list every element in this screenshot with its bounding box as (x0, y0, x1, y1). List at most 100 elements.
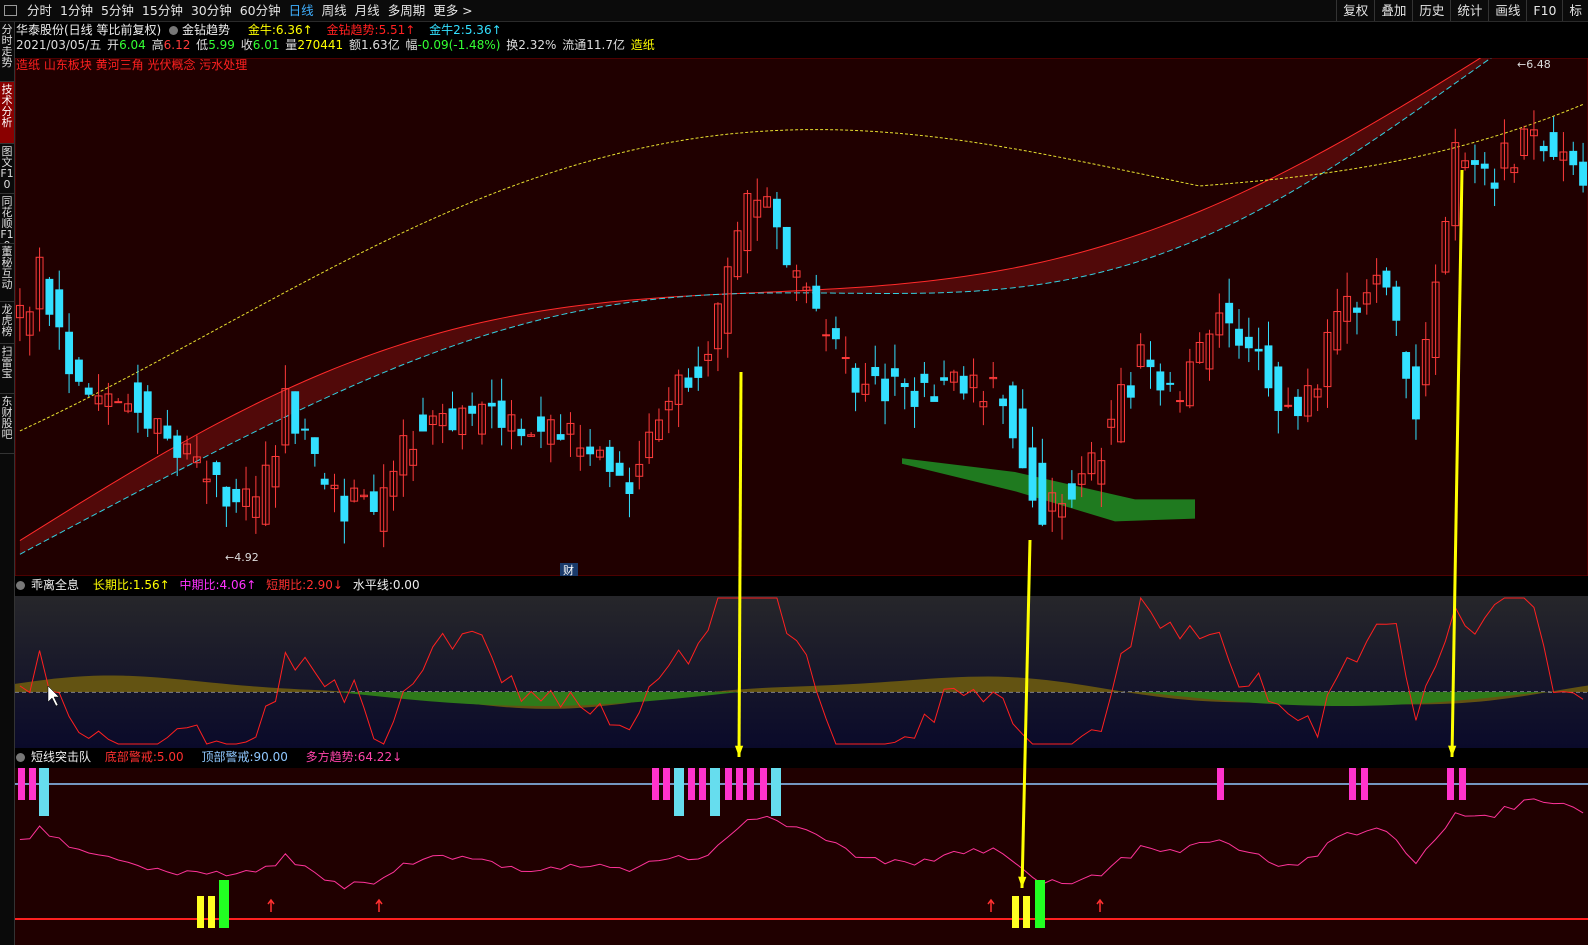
top-signal-bar (674, 768, 684, 816)
candle-body (1569, 150, 1578, 166)
top-signal-bar (1349, 768, 1356, 800)
candle-body (468, 405, 477, 414)
top-value: 90.00 (253, 750, 288, 764)
gold1-value: 6.36↑ (275, 23, 313, 37)
gold2-value: 5.36↑ (464, 23, 502, 37)
tool-buttons: 复权 叠加 历史 统计 画线 F10 标 (1336, 0, 1588, 21)
sidebar-tab-6[interactable]: 扫雷宝 (0, 344, 14, 394)
candle-body (320, 478, 329, 485)
long-value: 1.56↑ (132, 578, 170, 592)
tool-button-4[interactable]: 画线 (1488, 0, 1526, 21)
candle-body (448, 408, 457, 431)
candle-body (1225, 302, 1234, 324)
sidebar-tab-1[interactable]: 技术分析 (0, 82, 14, 144)
change-value: -0.09(-1.48%) (417, 38, 501, 52)
sidebar-tab-0[interactable]: 分时走势 (0, 22, 14, 82)
candle-body (1008, 385, 1017, 439)
candle-body (1126, 385, 1135, 398)
bottom-signal-bar (197, 896, 204, 928)
period-tab-0[interactable]: 分时 (23, 0, 56, 21)
indicator-name[interactable]: 金钻趋势 (182, 23, 230, 37)
tool-button-0[interactable]: 复权 (1336, 0, 1374, 21)
period-tab-5[interactable]: 60分钟 (236, 0, 285, 21)
candle-body (822, 334, 831, 337)
candle-body (1028, 447, 1037, 501)
sector-label[interactable]: 造纸 (631, 38, 655, 52)
candle-body (133, 382, 142, 413)
candle-body (419, 414, 427, 432)
sidebar-tab-5[interactable]: 龙虎榜 (0, 302, 14, 344)
panel2-name[interactable]: 乖离全息 (31, 578, 79, 592)
candle-body (497, 400, 506, 428)
short-attack-panel[interactable] (15, 748, 1588, 945)
tool-button-5[interactable]: F10 (1526, 0, 1562, 21)
candle-body (301, 428, 309, 431)
candle-body (1274, 366, 1283, 411)
candle-body (1235, 328, 1243, 346)
tool-button-3[interactable]: 统计 (1450, 0, 1488, 21)
candle-body (232, 488, 241, 503)
bottom-value: 5.00 (156, 750, 184, 764)
sidebar-tab-7[interactable]: 东财股吧 (0, 394, 14, 454)
period-tab-3[interactable]: 15分钟 (138, 0, 187, 21)
candle-body (772, 198, 781, 228)
tool-button-1[interactable]: 叠加 (1374, 0, 1412, 21)
candle-body (291, 391, 300, 434)
top-signal-bar (1447, 768, 1454, 800)
candle-body (1146, 359, 1155, 368)
bull-label: 多方趋势: (305, 750, 358, 764)
panel3-header: 短线突击队 底部警戒:5.00 顶部警戒:90.00 多方趋势:64.22↓ (16, 748, 408, 766)
candle-body (163, 425, 172, 439)
period-tab-8[interactable]: 月线 (351, 0, 384, 21)
level-value: 0.00 (392, 578, 420, 592)
candle-body (1480, 163, 1489, 169)
vol-label: 量 (285, 38, 298, 52)
panel2-menu-icon[interactable] (16, 581, 25, 590)
candle-body (55, 289, 64, 328)
candle-body (625, 482, 634, 494)
period-tab-1[interactable]: 1分钟 (56, 0, 97, 21)
candle-body (517, 428, 526, 437)
mid-label: 中期比: (179, 578, 220, 592)
amount-value: 1.63亿 (360, 38, 400, 52)
candlestick-chart[interactable]: ←4.92 ←6.48 财 (15, 58, 1588, 576)
candle-body (1392, 286, 1401, 321)
sidebar-tab-4[interactable]: 董秘互动 (0, 244, 14, 302)
panel2-header: 乖离全息 长期比:1.56↑ 中期比:4.06↑ 短期比:2.90↓ 水平线:0… (16, 576, 426, 594)
candle-body (143, 391, 152, 429)
high-price-label: ←6.48 (1517, 58, 1551, 71)
period-tab-6[interactable]: 日线 (285, 0, 318, 21)
top-signal-bar (725, 768, 732, 800)
candle-body (487, 402, 496, 407)
deviation-panel[interactable] (15, 576, 1588, 748)
period-tab-9[interactable]: 多周期 (384, 0, 430, 21)
candle-body (841, 357, 850, 360)
candle-body (900, 383, 909, 388)
candle-body (782, 226, 791, 266)
top-signal-bar (39, 768, 49, 816)
level-label: 水平线: (352, 578, 393, 592)
top-signal-bar (652, 768, 659, 800)
top-signal-bar (736, 768, 743, 800)
candle-body (1244, 336, 1253, 349)
candle-body (999, 398, 1007, 407)
period-tab-4[interactable]: 30分钟 (187, 0, 236, 21)
gold1-label: 金牛: (247, 23, 276, 37)
window-icon[interactable] (4, 5, 17, 16)
tool-button-2[interactable]: 历史 (1412, 0, 1450, 21)
period-tab-2[interactable]: 5分钟 (97, 0, 138, 21)
panel3-menu-icon[interactable] (16, 753, 25, 762)
period-tab-7[interactable]: 周线 (318, 0, 351, 21)
concept-tags[interactable]: 造纸 山东板块 黄河三角 光伏概念 污水处理 (16, 57, 247, 73)
top-label: 顶部警戒: (201, 750, 254, 764)
candle-body (1353, 307, 1361, 313)
candle-body (871, 366, 880, 377)
sidebar-tab-2[interactable]: 图文F10 (0, 144, 14, 194)
sidebar-tab-3[interactable]: 同花顺F10 (0, 194, 14, 244)
candle-body (369, 491, 378, 512)
indicator-menu-icon[interactable] (169, 26, 179, 35)
tool-button-6[interactable]: 标 (1562, 0, 1588, 21)
top-signal-bar (771, 768, 781, 816)
period-tab-10[interactable]: 更多 > (429, 0, 476, 21)
panel3-name[interactable]: 短线突击队 (31, 750, 91, 764)
